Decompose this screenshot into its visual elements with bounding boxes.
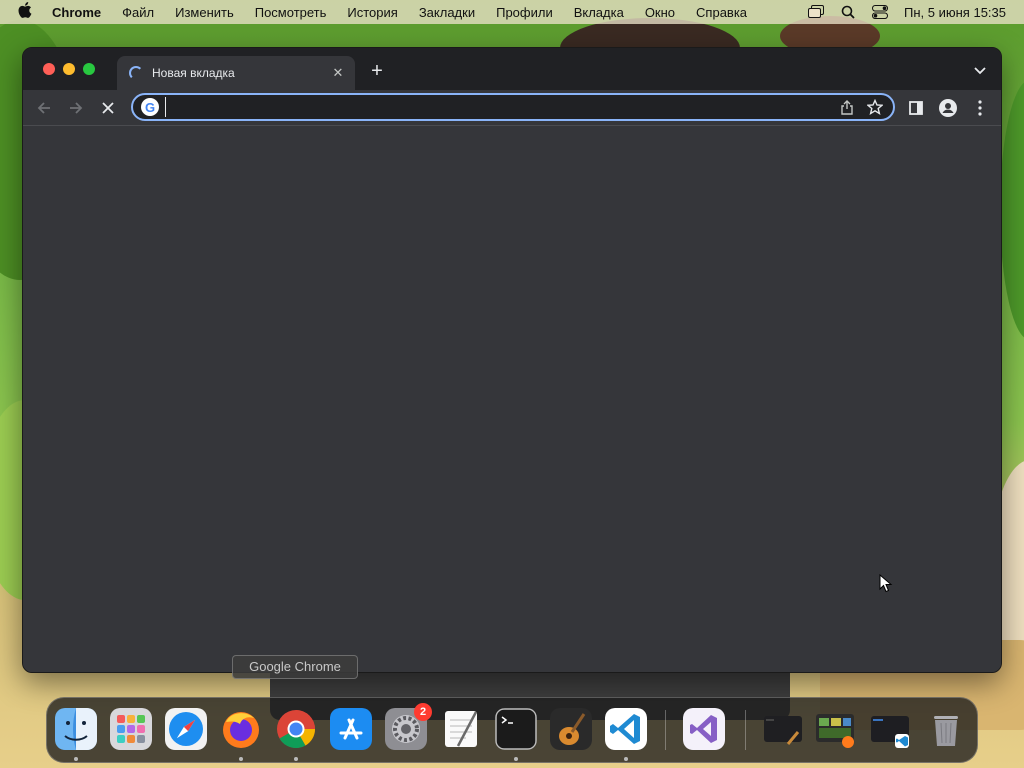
- mouse-cursor-icon: [879, 574, 893, 593]
- menu-file[interactable]: Файл: [122, 5, 154, 20]
- new-tab-button[interactable]: +: [367, 61, 387, 81]
- menu-bookmarks[interactable]: Закладки: [419, 5, 475, 20]
- minimized-window-thumbnail-2[interactable]: [814, 708, 856, 750]
- apple-menu-icon[interactable]: [18, 2, 36, 22]
- menu-app-chrome[interactable]: Chrome: [52, 5, 101, 20]
- minimized-window-thumbnail-1[interactable]: [762, 708, 804, 750]
- dock: [46, 697, 978, 763]
- menu-profiles[interactable]: Профили: [496, 5, 553, 20]
- minimized-window-thumbnail-3[interactable]: [869, 708, 911, 750]
- bookmark-star-icon[interactable]: [865, 97, 885, 117]
- menu-bar-clock[interactable]: Пн, 5 июня 15:35: [904, 5, 1006, 20]
- google-g-icon: G: [141, 98, 159, 116]
- tab-close-icon[interactable]: ✕: [330, 65, 346, 81]
- dock-tooltip: Google Chrome: [232, 655, 358, 679]
- tab-new-tab[interactable]: Новая вкладка ✕: [117, 56, 355, 90]
- app-store-icon[interactable]: [330, 708, 372, 750]
- visual-studio-code-icon[interactable]: [605, 708, 647, 750]
- settings-notification-badge: 2: [414, 703, 432, 721]
- finder-icon[interactable]: [55, 708, 97, 750]
- page-content[interactable]: [23, 127, 1001, 672]
- forward-arrow-icon[interactable]: [65, 98, 87, 118]
- stop-icon[interactable]: [97, 98, 119, 118]
- chrome-window: Новая вкладка ✕ + G: [22, 47, 1002, 673]
- visual-studio-icon[interactable]: [683, 708, 725, 750]
- back-arrow-icon[interactable]: [33, 98, 55, 118]
- control-center-icon[interactable]: [872, 5, 889, 19]
- window-zoom-button[interactable]: [83, 63, 95, 75]
- launchpad-icon[interactable]: [110, 708, 152, 750]
- menu-bar: Chrome Файл Изменить Посмотреть История …: [0, 0, 1024, 24]
- address-input[interactable]: [165, 97, 837, 117]
- tab-strip: Новая вкладка ✕ +: [23, 48, 1001, 90]
- garageband-icon[interactable]: [550, 708, 592, 750]
- window-close-button[interactable]: [43, 63, 55, 75]
- menu-help[interactable]: Справка: [696, 5, 747, 20]
- menu-view[interactable]: Посмотреть: [255, 5, 327, 20]
- firefox-icon[interactable]: [220, 708, 262, 750]
- menu-kebab-icon[interactable]: [969, 98, 991, 118]
- menu-edit[interactable]: Изменить: [175, 5, 234, 20]
- trash-icon[interactable]: [925, 708, 967, 750]
- share-icon[interactable]: [837, 97, 857, 117]
- spotlight-search-icon[interactable]: [840, 5, 856, 19]
- window-stack-icon[interactable]: [808, 5, 825, 19]
- tab-search-chevron-icon[interactable]: [973, 63, 987, 77]
- window-minimize-button[interactable]: [63, 63, 75, 75]
- loading-spinner-icon: [129, 66, 143, 80]
- menu-history[interactable]: История: [347, 5, 397, 20]
- tab-title: Новая вкладка: [152, 66, 235, 80]
- google-chrome-icon[interactable]: [275, 708, 317, 750]
- menu-window[interactable]: Окно: [645, 5, 675, 20]
- browser-toolbar: G: [23, 90, 1001, 126]
- side-panel-icon[interactable]: [905, 98, 927, 118]
- terminal-icon[interactable]: [495, 708, 537, 750]
- menu-tab[interactable]: Вкладка: [574, 5, 624, 20]
- profile-icon[interactable]: [937, 98, 959, 118]
- safari-icon[interactable]: [165, 708, 207, 750]
- address-bar[interactable]: G: [131, 93, 895, 121]
- textedit-icon[interactable]: [440, 708, 482, 750]
